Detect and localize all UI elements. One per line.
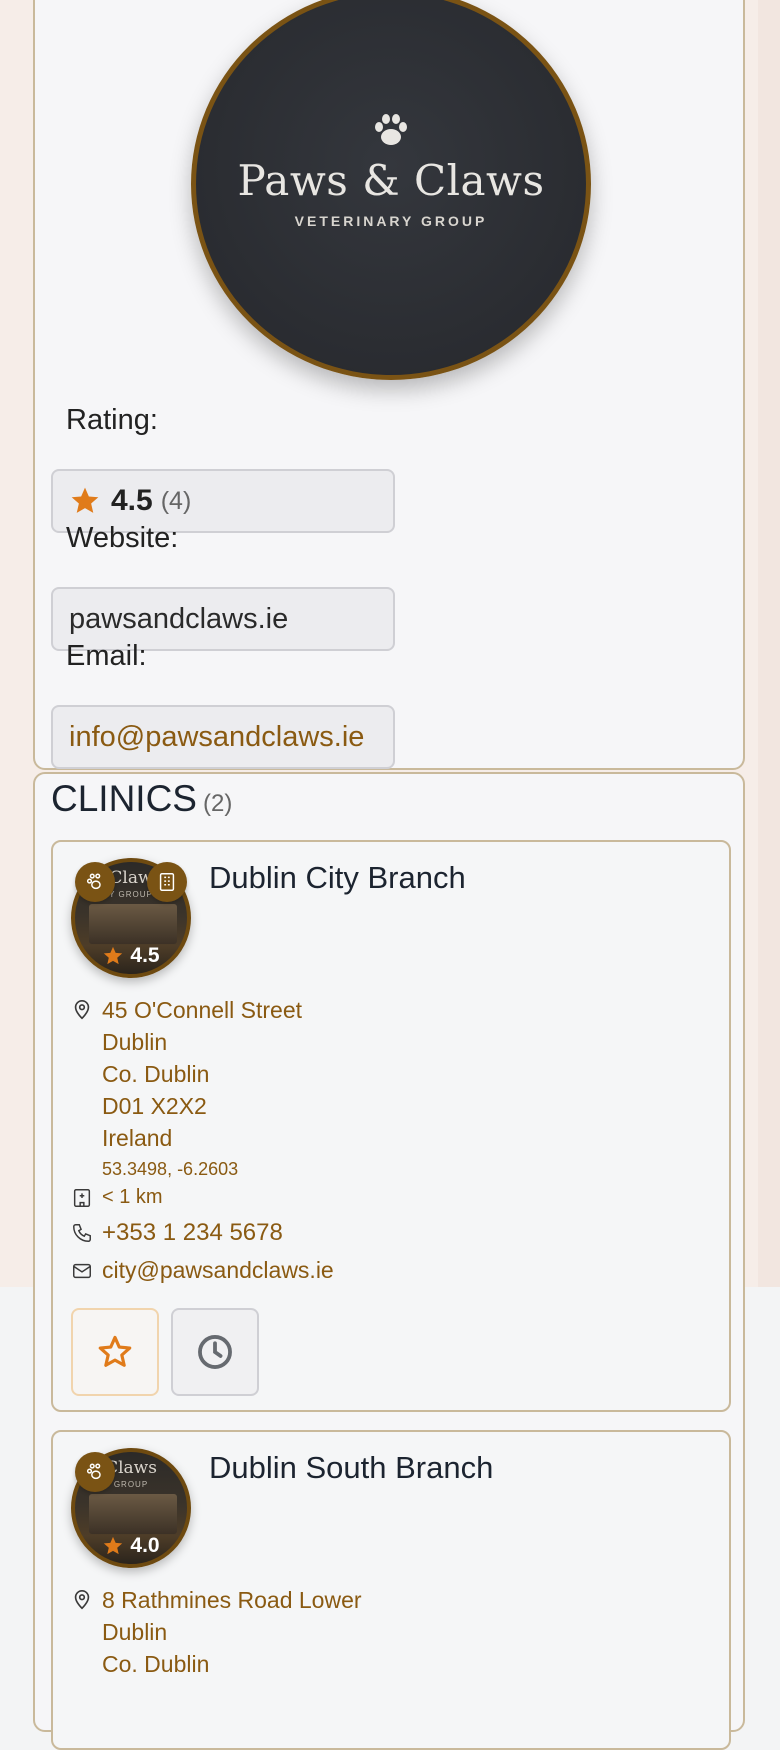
pet-type-badge xyxy=(75,862,115,902)
clinic-name[interactable]: Dublin City Branch xyxy=(209,860,466,896)
facility-badge xyxy=(147,862,187,902)
distance-text: < 1 km xyxy=(102,1186,163,1208)
clinics-count: (2) xyxy=(202,790,233,817)
pet-type-badge xyxy=(75,1452,115,1492)
paw-icon xyxy=(86,1463,101,1480)
clinic-card[interactable]: Claw Y GROUP 4.5 Dublin City Branch 45 O… xyxy=(51,840,731,1412)
address-line: Dublin xyxy=(102,1029,168,1055)
address-lines[interactable]: 45 O'Connell Street Dublin Co. Dublin D0… xyxy=(102,994,302,1184)
coordinates: 53.3498, -6.2603 xyxy=(102,1159,239,1179)
address-line: Co. Dublin xyxy=(102,1061,210,1087)
mail-icon xyxy=(73,1263,91,1278)
website-label: Website: xyxy=(66,522,179,554)
map-pin-icon xyxy=(74,1000,90,1020)
rating-label: Rating: xyxy=(66,404,158,436)
clinic-rating: 4.5 xyxy=(75,944,187,968)
clinics-heading: CLINICS (2) xyxy=(51,778,232,820)
email-field[interactable]: info@pawsandclaws.ie xyxy=(51,705,395,769)
paw-icon xyxy=(86,873,101,890)
rating-count: (4) xyxy=(160,486,192,515)
hospital-icon xyxy=(73,1188,91,1207)
phone-icon xyxy=(73,1224,91,1242)
logo-name: Paws & Claws xyxy=(237,155,545,205)
address-line: Dublin xyxy=(102,1619,168,1645)
address-row[interactable]: 8 Rathmines Road Lower Dublin Co. Dublin xyxy=(71,1584,362,1680)
opening-hours-button[interactable] xyxy=(171,1308,259,1396)
star-icon xyxy=(104,1536,123,1555)
clinic-photo-window xyxy=(89,904,177,944)
paw-icon xyxy=(375,113,407,145)
favorite-button[interactable] xyxy=(71,1308,159,1396)
clinic-address[interactable]: 8 Rathmines Road Lower Dublin Co. Dublin xyxy=(71,1584,362,1680)
clinics-title: CLINICS xyxy=(51,778,197,819)
clinic-photo-window xyxy=(89,1494,177,1534)
rating-value: 4.5 xyxy=(111,484,153,517)
address-line: Ireland xyxy=(102,1125,173,1151)
distance-row: < 1 km xyxy=(71,1186,334,1209)
phone-link[interactable]: +353 1 234 5678 xyxy=(102,1219,283,1247)
address-line: D01 X2X2 xyxy=(102,1093,207,1119)
star-icon xyxy=(71,487,99,513)
practice-profile-card: Paws & Claws VETERINARY GROUP Rating: 4.… xyxy=(33,0,745,770)
clinic-rating-value: 4.5 xyxy=(130,944,160,967)
address-line: Co. Dublin xyxy=(102,1651,210,1677)
address-line: 45 O'Connell Street xyxy=(102,997,303,1023)
address-line: 8 Rathmines Road Lower xyxy=(102,1587,362,1613)
email-label: Email: xyxy=(66,640,147,672)
email-link[interactable]: info@pawsandclaws.ie xyxy=(69,721,364,754)
map-pin-icon xyxy=(74,1590,90,1610)
clinic-card[interactable]: Claws GROUP 4.0 Dublin South Branch 8 Ra… xyxy=(51,1430,731,1750)
practice-logo: Paws & Claws VETERINARY GROUP xyxy=(191,0,591,380)
phone-row[interactable]: +353 1 234 5678 xyxy=(71,1219,334,1247)
clinic-rating: 4.0 xyxy=(75,1534,187,1558)
page-edge xyxy=(758,0,780,1287)
star-outline-icon xyxy=(98,1335,132,1367)
building-icon xyxy=(159,873,175,891)
email-row[interactable]: city@pawsandclaws.ie xyxy=(71,1257,334,1284)
address-lines[interactable]: 8 Rathmines Road Lower Dublin Co. Dublin xyxy=(102,1584,362,1680)
clinic-address[interactable]: 45 O'Connell Street Dublin Co. Dublin D0… xyxy=(71,994,334,1284)
clinic-rating-value: 4.0 xyxy=(130,1534,160,1557)
website-link[interactable]: pawsandclaws.ie xyxy=(69,603,288,636)
clinics-section: CLINICS (2) Claw Y GROUP 4.5 Dublin City… xyxy=(33,772,745,1750)
address-row[interactable]: 45 O'Connell Street Dublin Co. Dublin D0… xyxy=(71,994,334,1184)
logo-subtitle: VETERINARY GROUP xyxy=(294,212,488,229)
clinic-email-link[interactable]: city@pawsandclaws.ie xyxy=(102,1257,334,1284)
clock-icon xyxy=(198,1335,232,1369)
star-icon xyxy=(104,946,123,965)
clinic-name[interactable]: Dublin South Branch xyxy=(209,1450,493,1486)
